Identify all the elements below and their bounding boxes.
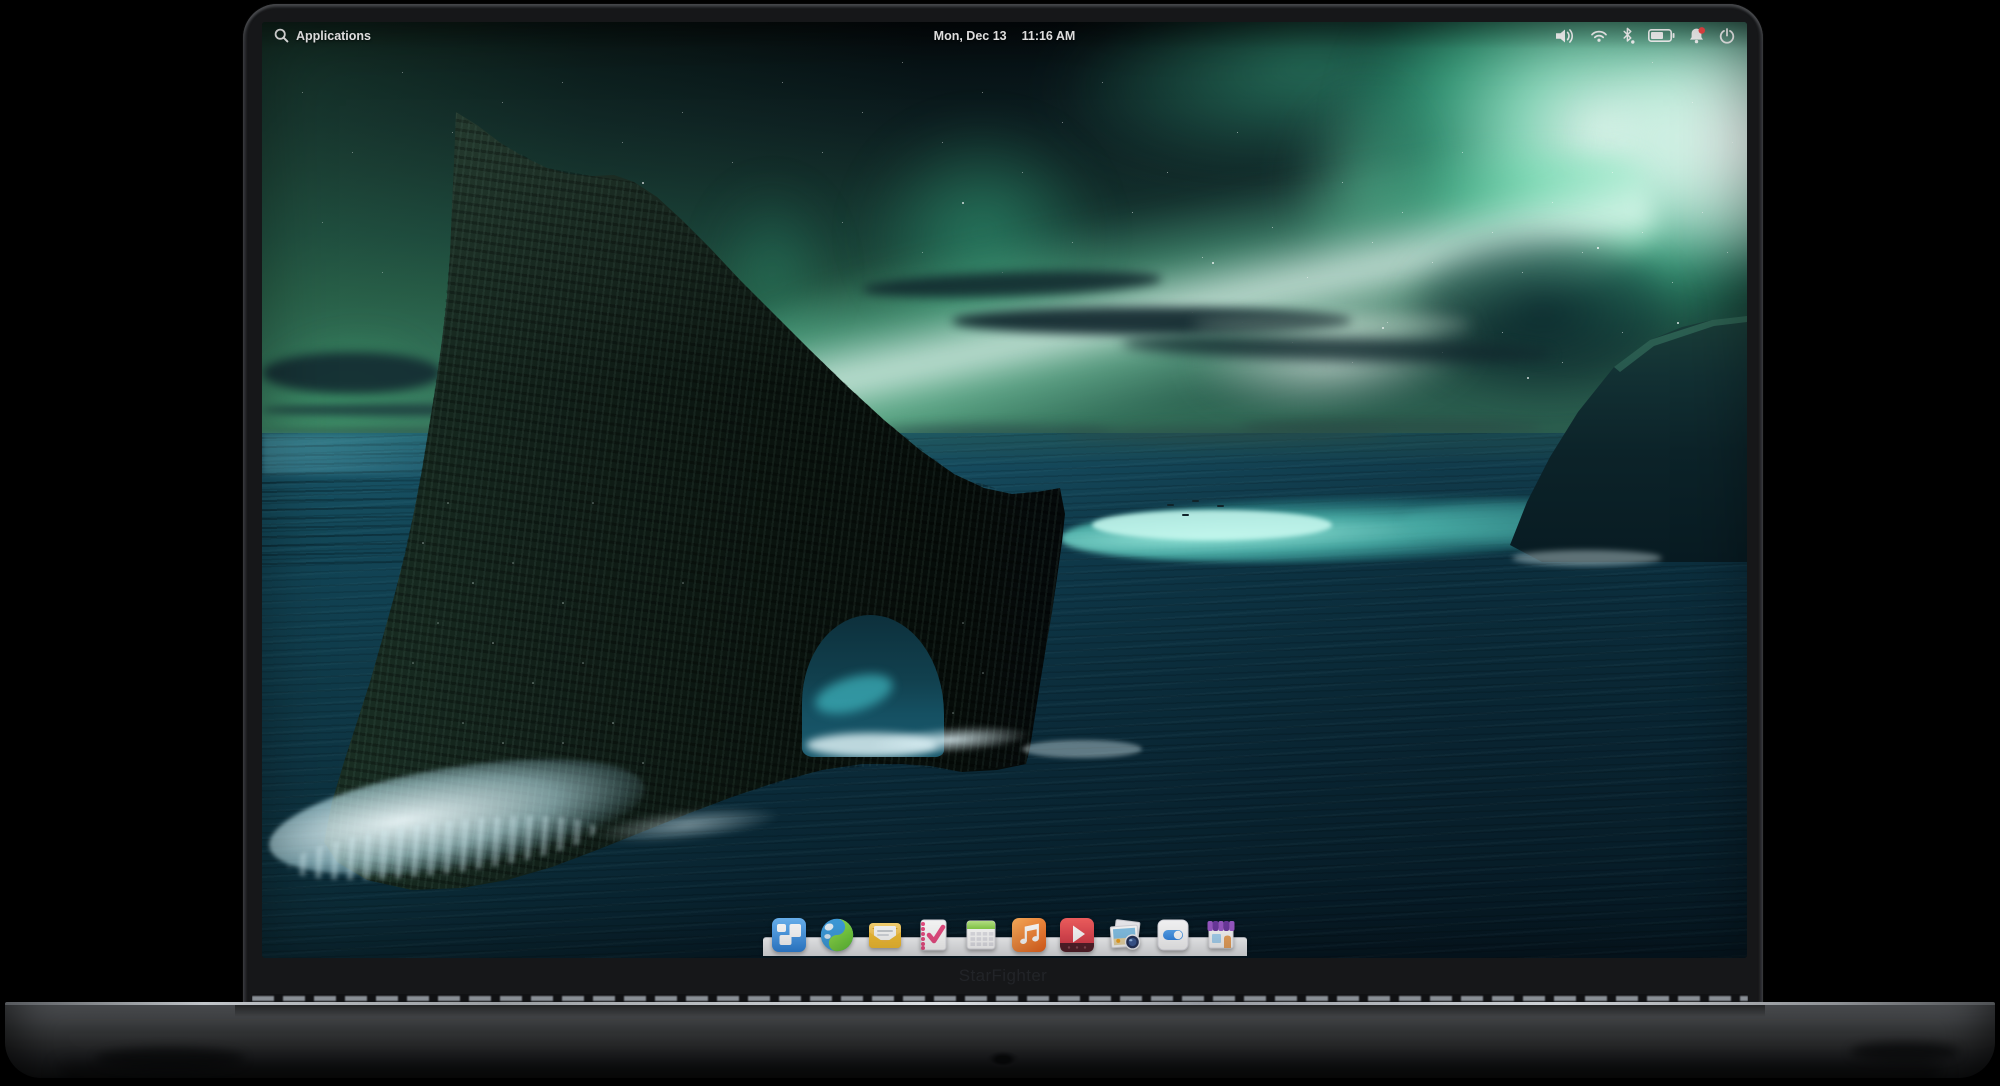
bird bbox=[1217, 505, 1224, 507]
dock-icon-mail[interactable] bbox=[868, 918, 902, 952]
top-panel: Applications Mon, Dec 13 11:16 AM bbox=[262, 22, 1747, 49]
cliff-waterline-foam bbox=[1512, 550, 1662, 566]
volume-icon[interactable] bbox=[1555, 27, 1577, 45]
distant-cliff bbox=[1510, 316, 1747, 562]
bird bbox=[1192, 500, 1199, 502]
bird bbox=[1182, 514, 1189, 516]
screen: Applications Mon, Dec 13 11:16 AM bbox=[262, 22, 1747, 958]
arch-water-glint bbox=[811, 667, 897, 722]
laptop-foot-right bbox=[1850, 1042, 1960, 1062]
laptop-mockup: Applications Mon, Dec 13 11:16 AM bbox=[0, 0, 2000, 1086]
system-tray bbox=[1555, 22, 1735, 49]
bluetooth-icon[interactable] bbox=[1621, 27, 1635, 44]
notifications-icon[interactable] bbox=[1688, 27, 1706, 44]
power-icon[interactable] bbox=[1719, 28, 1735, 44]
dock-icon-calendar[interactable] bbox=[964, 918, 998, 952]
applications-label: Applications bbox=[296, 29, 371, 43]
dock-icon-photos[interactable] bbox=[1108, 918, 1142, 952]
dock bbox=[772, 918, 1238, 952]
laptop-base-shadow bbox=[60, 1066, 1940, 1080]
device-brand-label: StarFighter bbox=[243, 966, 1763, 986]
battery-icon[interactable] bbox=[1648, 29, 1675, 42]
datetime-indicator[interactable]: Mon, Dec 13 11:16 AM bbox=[934, 22, 1076, 49]
panel-time: 11:16 AM bbox=[1022, 29, 1076, 43]
dock-icon-music[interactable] bbox=[1012, 918, 1046, 952]
dock-icon-appcenter[interactable] bbox=[1204, 918, 1238, 952]
panel-date: Mon, Dec 13 bbox=[934, 29, 1007, 43]
dock-icon-web-browser[interactable] bbox=[820, 918, 854, 952]
bird bbox=[1167, 504, 1174, 506]
dock-icon-multitasking-view[interactable] bbox=[772, 918, 806, 952]
notification-badge bbox=[1699, 27, 1706, 34]
dock-icon-tasks[interactable] bbox=[916, 918, 950, 952]
dock-icon-videos[interactable] bbox=[1060, 918, 1094, 952]
applications-menu[interactable]: Applications bbox=[274, 22, 371, 49]
search-icon bbox=[274, 28, 289, 43]
wifi-icon[interactable] bbox=[1590, 29, 1608, 42]
laptop-lid: Applications Mon, Dec 13 11:16 AM bbox=[243, 4, 1763, 1003]
dock-icon-system-settings[interactable] bbox=[1156, 918, 1190, 952]
foam-dashes bbox=[1022, 740, 1142, 758]
desktop-wallpaper[interactable] bbox=[262, 22, 1747, 958]
